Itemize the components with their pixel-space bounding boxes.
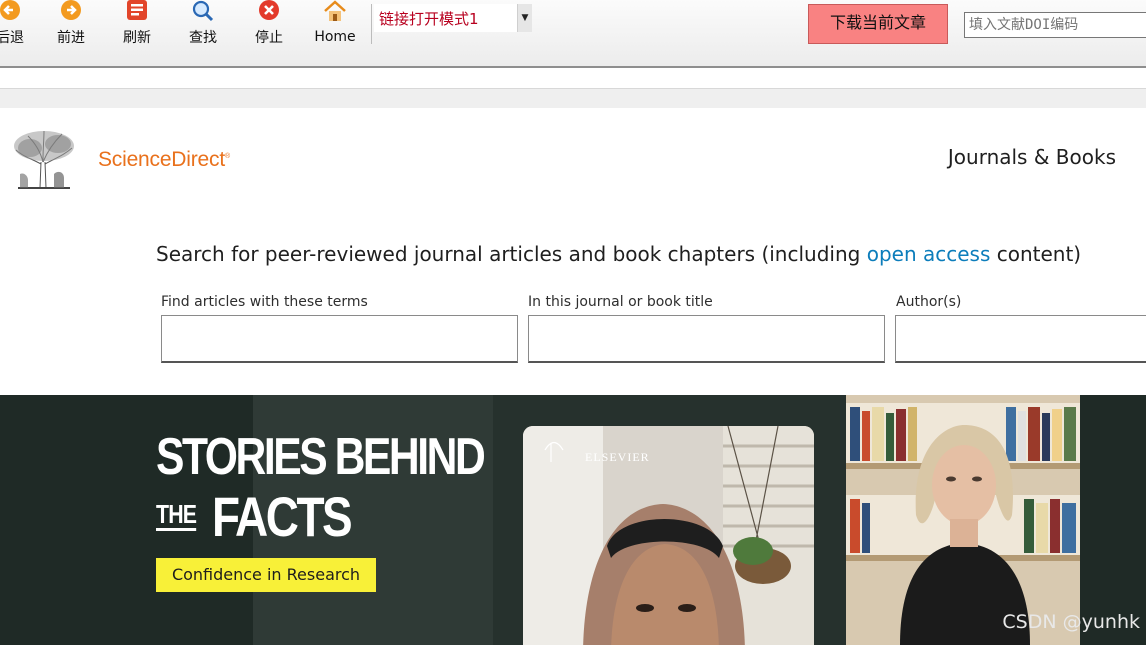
refresh-button[interactable]: 刷新 [109, 0, 165, 48]
doi-input[interactable] [964, 12, 1146, 38]
toolbar-separator [371, 4, 372, 44]
forward-button[interactable]: 前进 [43, 0, 99, 48]
search-headline: Search for peer-reviewed journal article… [156, 242, 1081, 266]
refresh-icon [127, 0, 147, 20]
back-label: 后退 [0, 30, 24, 46]
elsevier-tree-logo-icon [14, 130, 74, 189]
link-mode-value: 链接打开模式1 [379, 10, 479, 28]
speaker-video-right[interactable] [846, 395, 1080, 645]
back-button[interactable]: 后退 [0, 0, 38, 48]
home-label: Home [314, 29, 356, 45]
home-icon [324, 0, 346, 21]
brand-name: ScienceDirect [98, 148, 225, 171]
forward-label: 前进 [57, 30, 85, 46]
find-label: 查找 [189, 30, 217, 46]
stop-icon [259, 0, 279, 20]
find-button[interactable]: 查找 [175, 0, 231, 48]
link-mode-select[interactable]: 链接打开模式1 ▼ [374, 4, 532, 32]
banner-title-facts: FACTS [212, 485, 353, 548]
magnifier-icon [192, 0, 214, 22]
terms-label: Find articles with these terms [161, 294, 368, 310]
banner-title-the: THE [156, 500, 197, 532]
stop-button[interactable]: 停止 [241, 0, 297, 48]
stories-banner[interactable]: STORIES BEHIND THE FACTS Confidence in R… [0, 395, 1146, 645]
address-strip [0, 68, 1146, 89]
csdn-watermark: CSDN @yunhk [1002, 611, 1140, 633]
dropdown-arrow-icon[interactable]: ▼ [517, 4, 532, 32]
authors-label: Author(s) [896, 294, 962, 310]
terms-input[interactable] [161, 315, 518, 363]
home-button[interactable]: Home [307, 0, 363, 48]
speaker-photo-right [846, 395, 1080, 645]
stop-label: 停止 [255, 30, 283, 46]
journal-title-label: In this journal or book title [528, 294, 713, 310]
confidence-in-research-tag[interactable]: Confidence in Research [156, 558, 376, 592]
open-access-link[interactable]: open access [867, 242, 991, 266]
journal-title-input[interactable] [528, 315, 885, 363]
journals-books-link[interactable]: Journals & Books [948, 145, 1116, 169]
headline-text-end: content) [990, 242, 1082, 266]
authors-input[interactable] [895, 315, 1146, 363]
back-arrow-icon [0, 0, 20, 20]
forward-arrow-icon [61, 0, 81, 20]
speaker-video-left[interactable]: ELSEVIER [523, 426, 814, 645]
headline-text-start: Search for peer-reviewed journal article… [156, 242, 867, 266]
refresh-label: 刷新 [123, 30, 151, 46]
download-article-button[interactable]: 下载当前文章 [808, 4, 948, 44]
sciencedirect-logo[interactable]: ScienceDirect® [98, 148, 230, 172]
speaker-photo-left [523, 426, 814, 645]
elsevier-watermark: ELSEVIER [585, 450, 650, 464]
brand-registered-mark: ® [224, 153, 230, 160]
banner-title-line1: STORIES BEHIND [156, 428, 486, 486]
browser-toolbar: 后退 前进 刷新 查找 停止 Home 链接打开模式1 ▼ 下载当前文章 [0, 0, 1146, 68]
page-top-strip [0, 89, 1146, 108]
